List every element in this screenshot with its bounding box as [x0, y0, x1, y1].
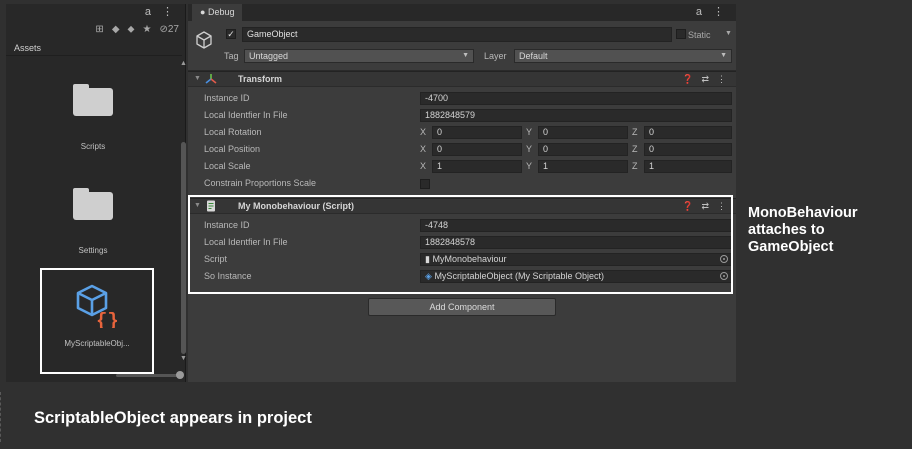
scroll-thumb[interactable] [181, 142, 186, 354]
filter-by-label-icon[interactable]: ⬥ [128, 24, 135, 35]
row-label: Constrain Proportions Scale [204, 178, 317, 188]
gameobject-header: ✓ GameObject Static ▼ Tag Untagged ▼ Lay… [188, 21, 736, 71]
tag-label: Tag [224, 51, 239, 61]
favorites-star-icon[interactable]: ★ [143, 24, 152, 35]
tag-value: Untagged [249, 51, 289, 61]
preset-icon[interactable]: ⇄ [701, 74, 709, 85]
asset-label: Settings [78, 246, 108, 255]
transform-row-local-identifier: Local Identfier In File 1882848579 [188, 108, 736, 124]
scriptable-object-icon: {} [76, 284, 119, 332]
help-icon[interactable]: ❓ [682, 74, 693, 85]
project-panel: a ⋮ ⊞ ◆ ⬥ ★ ⊘27 Assets Scripts Settings … [6, 4, 187, 382]
layer-label: Layer [484, 51, 507, 61]
static-dropdown-arrow-icon[interactable]: ▼ [725, 30, 732, 37]
scroll-down-arrow-icon[interactable]: ▼ [180, 355, 187, 362]
axis-label-z[interactable]: Z [632, 127, 638, 137]
transform-row-instance-id: Instance ID -4700 [188, 91, 736, 107]
crop-edge-marks [0, 392, 4, 442]
row-label: Local Position [204, 144, 261, 154]
caption-monobehaviour: MonoBehaviour attaches to GameObject [748, 205, 858, 255]
axis-label-y[interactable]: Y [526, 127, 532, 137]
inspector-panel: ● Debug a ⋮ ✓ GameObject Static ▼ Tag Un… [188, 4, 736, 382]
assets-breadcrumb[interactable]: Assets [14, 43, 41, 53]
hidden-count: 27 [167, 24, 179, 35]
scale-z-field[interactable]: 1 [644, 160, 732, 173]
transform-component-header[interactable]: ▼ Transform ❓ ⇄ ⋮ [188, 71, 736, 87]
project-scrollbar[interactable]: ▲ ▼ [179, 60, 187, 364]
foldout-arrow-icon[interactable]: ▼ [194, 75, 201, 82]
eye-slash-icon: ⊘ [159, 24, 168, 35]
gameobject-name-input[interactable]: GameObject [242, 27, 672, 42]
hidden-packages-toggle[interactable]: ⊘27 [159, 24, 179, 35]
transform-row-rotation: Local Rotation X 0 Y 0 Z 0 [188, 125, 736, 141]
component-title: Transform [238, 74, 283, 84]
row-label: Instance ID [204, 93, 250, 103]
asset-label: Scripts [80, 142, 106, 151]
local-identifier-field[interactable]: 1882848579 [420, 109, 732, 122]
row-label: Local Scale [204, 161, 251, 171]
kebab-menu-icon[interactable]: ⋮ [717, 74, 726, 85]
rotation-z-field[interactable]: 0 [644, 126, 732, 139]
scroll-up-arrow-icon[interactable]: ▲ [180, 60, 187, 67]
asset-label: MyScriptableObj... [64, 339, 130, 348]
constrain-proportions-checkbox[interactable] [420, 179, 430, 189]
static-checkbox[interactable] [676, 29, 686, 39]
transform-axes-icon [205, 74, 217, 84]
axis-label-x[interactable]: X [420, 144, 426, 154]
asset-item-settings[interactable]: Settings [49, 188, 137, 255]
active-checkbox[interactable]: ✓ [226, 29, 236, 39]
axis-label-z[interactable]: Z [632, 161, 638, 171]
axis-label-z[interactable]: Z [632, 144, 638, 154]
folder-icon [73, 84, 113, 116]
axis-label-x[interactable]: X [420, 127, 426, 137]
info-icon: ● [200, 7, 206, 17]
row-label: Local Identfier In File [204, 110, 288, 120]
lock-and-menu-icon[interactable]: a ⋮ [696, 5, 728, 18]
layer-dropdown[interactable]: Default ▼ [514, 49, 732, 63]
chevron-down-icon: ▼ [462, 52, 469, 59]
asset-item-my-scriptable-object[interactable]: {} MyScriptableObj... [53, 282, 141, 348]
position-x-field[interactable]: 0 [432, 143, 522, 156]
transform-row-constrain: Constrain Proportions Scale [188, 176, 736, 192]
axis-label-x[interactable]: X [420, 161, 426, 171]
tag-dropdown[interactable]: Untagged ▼ [244, 49, 474, 63]
position-z-field[interactable]: 0 [644, 143, 732, 156]
chevron-down-icon: ▼ [720, 52, 727, 59]
tab-debug[interactable]: ● Debug [192, 4, 243, 21]
add-component-button[interactable]: Add Component [368, 298, 556, 316]
inspector-tabbar: ● Debug a ⋮ [188, 4, 736, 21]
rotation-x-field[interactable]: 0 [432, 126, 522, 139]
transform-row-position: Local Position X 0 Y 0 Z 0 [188, 142, 736, 158]
gameobject-cube-icon [196, 31, 212, 49]
static-label: Static [688, 30, 711, 40]
axis-label-y[interactable]: Y [526, 161, 532, 171]
scale-x-field[interactable]: 1 [432, 160, 522, 173]
project-toolbar: ⊞ ◆ ⬥ ★ ⊘27 [6, 21, 185, 41]
folder-icon [73, 188, 113, 220]
row-label: Local Rotation [204, 127, 262, 137]
slider-knob[interactable] [176, 371, 184, 379]
scale-y-field[interactable]: 1 [538, 160, 628, 173]
transform-row-scale: Local Scale X 1 Y 1 Z 1 [188, 159, 736, 175]
create-icon[interactable]: ⊞ [95, 24, 103, 35]
tab-label: Debug [207, 7, 235, 17]
filter-by-type-icon[interactable]: ◆ [112, 24, 120, 35]
lock-and-menu-icon[interactable]: a ⋮ [145, 5, 177, 18]
project-titlebar: a ⋮ [6, 4, 185, 21]
position-y-field[interactable]: 0 [538, 143, 628, 156]
svg-text:{}: {} [96, 310, 119, 328]
rotation-y-field[interactable]: 0 [538, 126, 628, 139]
asset-item-scripts[interactable]: Scripts [49, 84, 137, 151]
layer-value: Default [519, 51, 548, 61]
instance-id-field[interactable]: -4700 [420, 92, 732, 105]
caption-scriptableobject: ScriptableObject appears in project [34, 409, 312, 427]
icon-size-slider[interactable] [116, 371, 184, 379]
highlight-box-monobehaviour [188, 195, 733, 294]
axis-label-y[interactable]: Y [526, 144, 532, 154]
